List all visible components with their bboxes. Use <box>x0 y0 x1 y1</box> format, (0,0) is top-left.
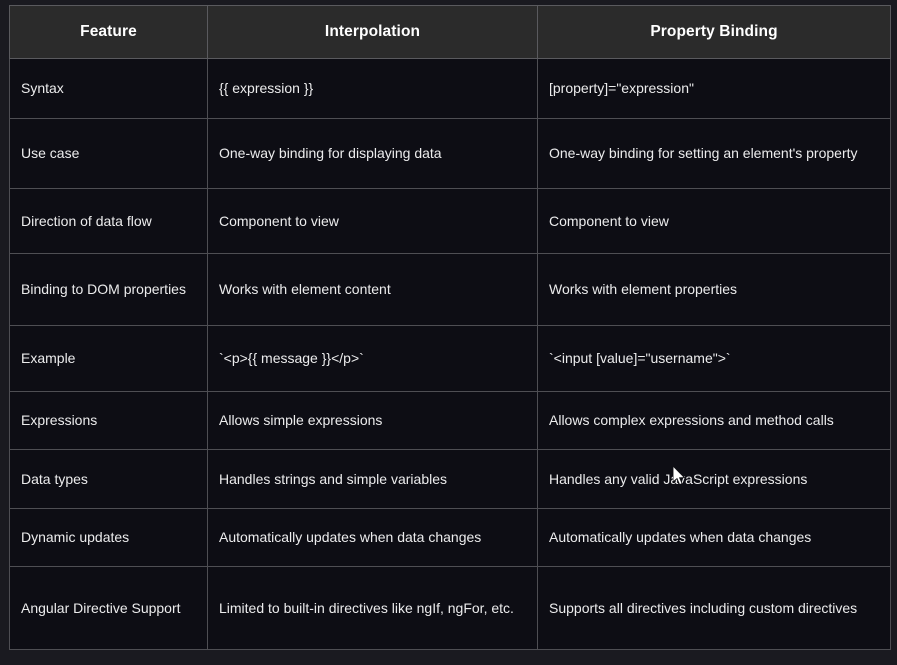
cell-interpolation: Works with element content <box>207 253 538 326</box>
cell-feature: Expressions <box>9 391 208 450</box>
page-root: Feature Interpolation Property Binding S… <box>0 0 897 665</box>
cell-property-binding: Supports all directives including custom… <box>537 566 891 650</box>
column-header-property-binding: Property Binding <box>537 5 891 59</box>
cell-interpolation: {{ expression }} <box>207 58 538 119</box>
cell-interpolation: `<p>{{ message }}</p>` <box>207 325 538 392</box>
table-row: Expressions Allows simple expressions Al… <box>9 391 891 450</box>
cell-property-binding: Handles any valid JavaScript expressions <box>537 449 891 509</box>
cell-property-binding: Component to view <box>537 188 891 254</box>
table-row: Dynamic updates Automatically updates wh… <box>9 508 891 567</box>
cell-interpolation: Allows simple expressions <box>207 391 538 450</box>
comparison-table: Feature Interpolation Property Binding S… <box>9 5 891 650</box>
cell-feature: Binding to DOM properties <box>9 253 208 326</box>
cell-property-binding: Automatically updates when data changes <box>537 508 891 567</box>
cell-property-binding: [property]="expression" <box>537 58 891 119</box>
column-header-interpolation: Interpolation <box>207 5 538 59</box>
cell-interpolation: Automatically updates when data changes <box>207 508 538 567</box>
cell-feature: Angular Directive Support <box>9 566 208 650</box>
table-row: Direction of data flow Component to view… <box>9 188 891 254</box>
cell-feature: Example <box>9 325 208 392</box>
column-header-feature: Feature <box>9 5 208 59</box>
cell-feature: Data types <box>9 449 208 509</box>
table-row: Angular Directive Support Limited to bui… <box>9 566 891 650</box>
table-row: Data types Handles strings and simple va… <box>9 449 891 509</box>
table-body: Syntax {{ expression }} [property]="expr… <box>9 58 891 650</box>
cell-interpolation: Limited to built-in directives like ngIf… <box>207 566 538 650</box>
table-row: Binding to DOM properties Works with ele… <box>9 253 891 326</box>
cell-property-binding: Works with element properties <box>537 253 891 326</box>
cell-interpolation: One-way binding for displaying data <box>207 118 538 189</box>
table-row: Use case One-way binding for displaying … <box>9 118 891 189</box>
cell-property-binding: `<input [value]="username">` <box>537 325 891 392</box>
cell-interpolation: Handles strings and simple variables <box>207 449 538 509</box>
cell-property-binding: One-way binding for setting an element's… <box>537 118 891 189</box>
cell-feature: Syntax <box>9 58 208 119</box>
cell-property-binding: Allows complex expressions and method ca… <box>537 391 891 450</box>
cell-feature: Dynamic updates <box>9 508 208 567</box>
table-row: Syntax {{ expression }} [property]="expr… <box>9 58 891 119</box>
cell-feature: Use case <box>9 118 208 189</box>
table-header-row: Feature Interpolation Property Binding <box>9 5 891 59</box>
cell-interpolation: Component to view <box>207 188 538 254</box>
table-row: Example `<p>{{ message }}</p>` `<input [… <box>9 325 891 392</box>
cell-feature: Direction of data flow <box>9 188 208 254</box>
table-header: Feature Interpolation Property Binding <box>9 5 891 59</box>
